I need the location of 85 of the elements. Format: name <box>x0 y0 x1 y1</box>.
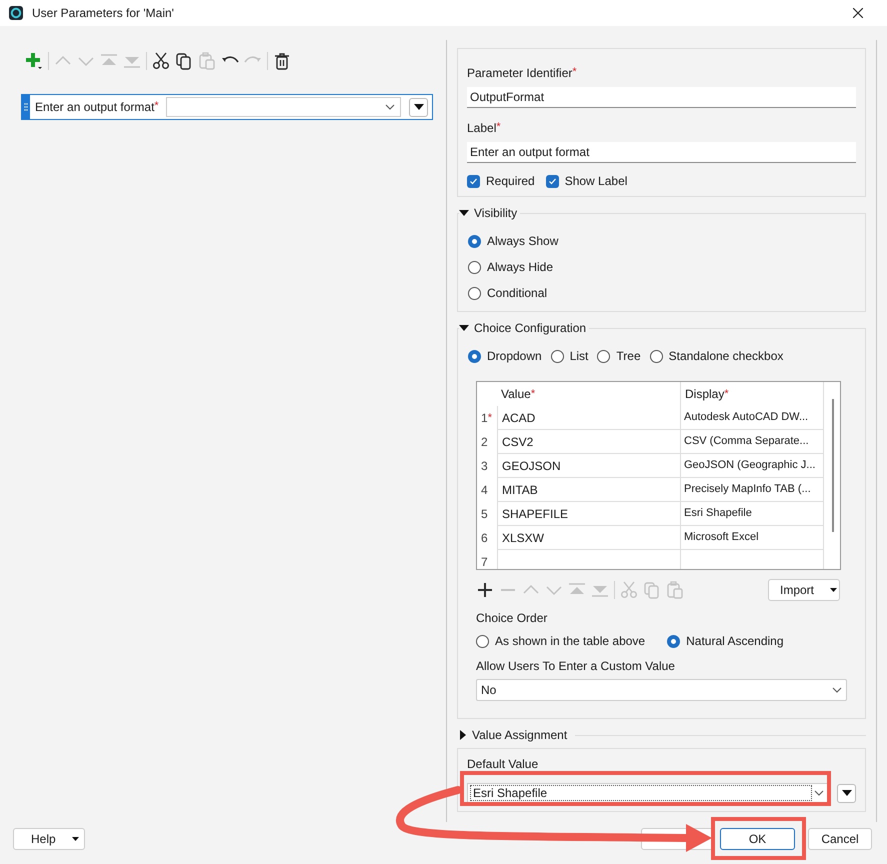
table-cell[interactable]: GEOJSON <box>497 454 680 478</box>
window-title: User Parameters for 'Main' <box>32 5 174 22</box>
dropdown-chevron-icon <box>832 687 842 693</box>
row-number: 1* <box>480 410 493 427</box>
caret-icon <box>414 104 424 110</box>
scrollbar[interactable] <box>832 399 834 532</box>
identifier-field[interactable]: OutputFormat <box>467 87 856 108</box>
add-icon[interactable] <box>25 52 43 70</box>
default-value-dropdown[interactable]: Esri Shapefile <box>467 783 829 803</box>
parameter-label: Enter an output format* <box>35 99 160 116</box>
menu-button[interactable] <box>837 784 856 802</box>
row-number: 7 <box>480 554 489 569</box>
column-header[interactable]: Value* <box>497 382 680 406</box>
row-number: 5 <box>480 506 489 523</box>
row-number: 6 <box>480 530 489 547</box>
group-title: Choice Configuration <box>474 320 586 337</box>
table-cell[interactable]: GeoJSON (Geographic J... <box>680 454 823 478</box>
radio-label: Always Show <box>487 233 558 250</box>
table-cell[interactable]: XLSXW <box>497 526 680 550</box>
radio-label: As shown in the table above <box>495 633 646 650</box>
caret-icon <box>842 790 852 796</box>
field-label: Label* <box>467 120 502 135</box>
collapse-triangle-icon[interactable] <box>459 730 467 740</box>
table-cell[interactable]: Microsoft Excel <box>680 526 823 550</box>
app-icon <box>9 6 23 20</box>
drag-handle-icon[interactable] <box>22 95 30 119</box>
row-number: 3 <box>480 458 489 475</box>
custom-value-dropdown[interactable]: No <box>476 679 847 701</box>
import-button[interactable]: Import <box>768 579 840 601</box>
table-cell[interactable]: Esri Shapefile <box>680 502 823 526</box>
menu-button[interactable] <box>409 98 428 116</box>
row-number: 4 <box>480 482 489 499</box>
checkbox-label: Required <box>486 173 535 190</box>
parameter-row[interactable]: Enter an output format* <box>21 94 433 120</box>
column-header[interactable]: Display* <box>680 382 823 406</box>
ok-button[interactable]: OK <box>720 828 795 850</box>
cancel-button[interactable]: Cancel <box>808 828 872 850</box>
dropdown-chevron-icon <box>814 790 824 796</box>
dropdown-chevron-icon <box>385 104 395 110</box>
help-button[interactable]: Help <box>13 828 85 850</box>
table-cell[interactable]: CSV2 <box>497 430 680 454</box>
field-label: Default Value <box>467 756 538 771</box>
radio-button[interactable] <box>550 350 564 362</box>
radio-label: Natural Ascending <box>686 633 784 650</box>
check-icon <box>548 176 557 186</box>
check-icon <box>469 176 478 186</box>
radio-button[interactable] <box>468 350 481 362</box>
copy-icon[interactable] <box>175 52 193 70</box>
section-label: Allow Users To Enter a Custom Value <box>476 658 676 673</box>
radio-label: List <box>570 348 588 365</box>
radio-button[interactable] <box>468 260 481 274</box>
table-cell[interactable]: Autodesk AutoCAD DW... <box>680 406 823 430</box>
caret-icon <box>72 837 79 841</box>
close-icon[interactable] <box>853 8 863 18</box>
radio-button[interactable] <box>667 634 680 648</box>
table-cell[interactable]: SHAPEFILE <box>497 502 680 526</box>
radio-label: Tree <box>616 348 641 365</box>
expand-triangle-icon[interactable] <box>459 209 469 217</box>
table-cell[interactable]: MITAB <box>497 478 680 502</box>
checkbox[interactable] <box>546 174 559 188</box>
section-label: Choice Order <box>476 610 548 625</box>
trash-icon[interactable] <box>273 52 291 70</box>
radio-label: Standalone checkbox <box>668 348 784 365</box>
row-number: 2 <box>480 434 489 451</box>
radio-label: Dropdown <box>487 348 542 365</box>
table-cell[interactable]: Precisely MapInfo TAB (... <box>680 478 823 502</box>
radio-label: Always Hide <box>487 259 554 276</box>
group-title: Value Assignment <box>472 727 568 744</box>
scissors-icon[interactable] <box>152 52 170 70</box>
label-field[interactable]: Enter an output format <box>467 142 856 163</box>
group-title: Visibility <box>474 205 518 222</box>
table-cell[interactable]: ACAD <box>497 406 680 430</box>
radio-button[interactable] <box>476 634 489 648</box>
table-cell[interactable]: CSV (Comma Separate... <box>680 430 823 454</box>
field-label: Parameter Identifier* <box>467 65 578 80</box>
plus-icon[interactable] <box>476 581 494 599</box>
expand-triangle-icon[interactable] <box>459 324 469 332</box>
radio-label: Conditional <box>487 285 548 302</box>
checkbox[interactable] <box>467 174 480 188</box>
radio-button[interactable] <box>468 234 481 248</box>
checkbox-label: Show Label <box>564 173 628 190</box>
radio-button[interactable] <box>468 286 481 300</box>
caret-icon <box>830 588 838 592</box>
radio-button[interactable] <box>597 350 610 362</box>
radio-button[interactable] <box>650 350 663 362</box>
